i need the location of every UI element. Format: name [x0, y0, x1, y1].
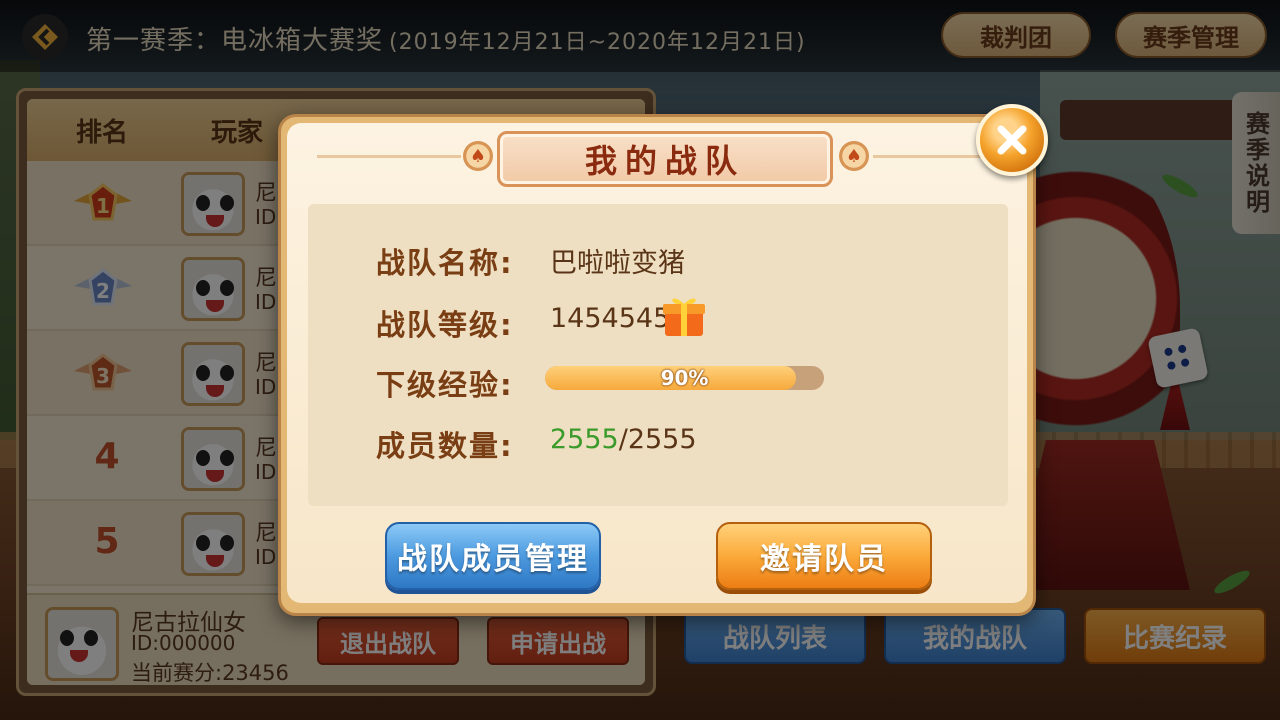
team-name-value: 巴啦啦变猪 — [550, 248, 685, 279]
member-count-current: 2555 — [550, 424, 619, 455]
spade-icon: ♠ — [839, 141, 869, 171]
member-count-value: 2555/2555 — [550, 424, 697, 455]
header-divider — [317, 155, 461, 158]
member-count-label: 成员数量: — [376, 429, 514, 463]
spade-icon: ♠ — [463, 141, 493, 171]
manage-members-button[interactable]: 战队成员管理 — [385, 522, 601, 590]
close-icon — [997, 125, 1027, 155]
xp-progress-text: 90% — [660, 366, 709, 390]
xp-progress-bar: 90% — [545, 366, 824, 390]
dialog-title: 我的战队 — [497, 131, 833, 187]
gift-icon[interactable] — [662, 292, 706, 338]
team-level-value: 1454545 — [550, 303, 671, 334]
next-level-xp-label: 下级经验: — [376, 368, 514, 402]
team-name-label: 战队名称: — [376, 246, 514, 280]
close-button[interactable] — [976, 104, 1048, 176]
invite-members-button[interactable]: 邀请队员 — [716, 522, 932, 590]
member-count-total: /2555 — [618, 424, 697, 455]
team-level-label: 战队等级: — [376, 308, 514, 342]
